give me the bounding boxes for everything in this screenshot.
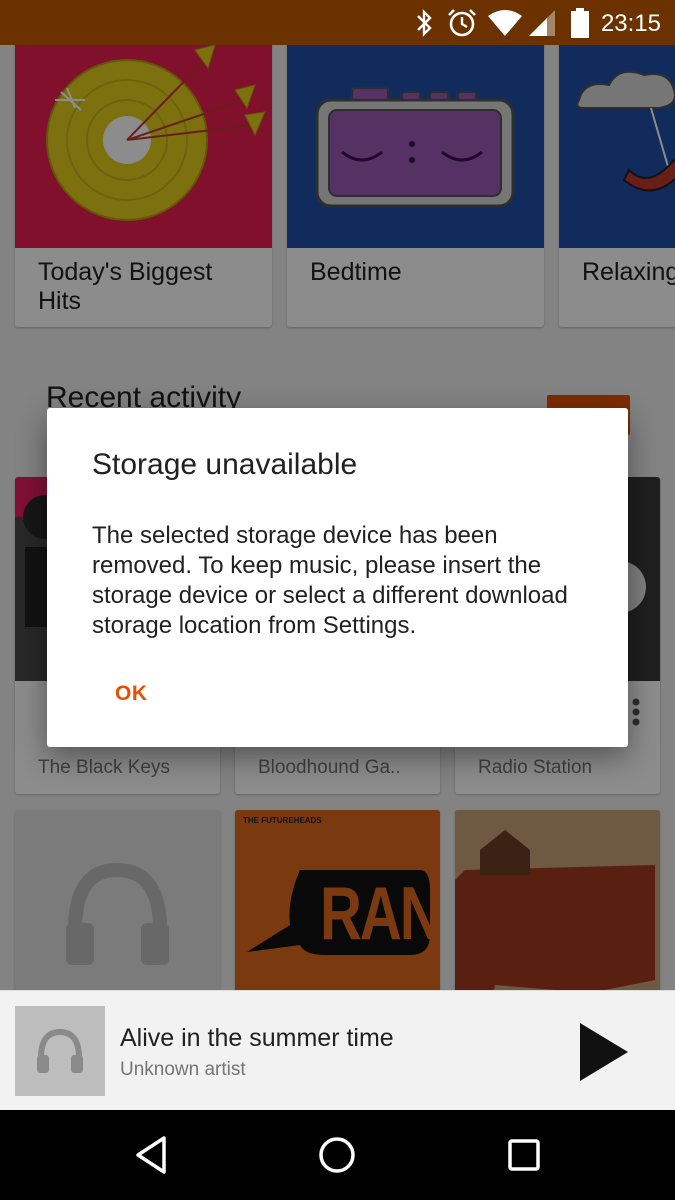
navigation-bar (0, 1110, 675, 1200)
wifi-icon (488, 10, 522, 36)
recents-icon[interactable] (499, 1130, 549, 1180)
status-bar: 23:15 (0, 0, 675, 45)
now-playing-title: Alive in the summer time (120, 1024, 394, 1052)
now-playing-art (15, 1006, 105, 1096)
battery-icon (571, 8, 589, 38)
now-playing-artist: Unknown artist (120, 1059, 246, 1080)
back-icon[interactable] (126, 1130, 176, 1180)
home-icon[interactable] (312, 1130, 362, 1180)
dialog-title: Storage unavailable (92, 448, 358, 481)
alarm-icon (448, 9, 476, 37)
bluetooth-icon (417, 9, 432, 37)
play-icon[interactable] (568, 1019, 638, 1085)
dialog-message: The selected storage device has been rem… (92, 522, 568, 639)
now-playing-bar[interactable]: Alive in the summer time Unknown artist (0, 990, 675, 1110)
ok-button[interactable]: OK (99, 674, 164, 714)
headphones-icon (37, 1028, 83, 1073)
storage-unavailable-dialog: Storage unavailable The selected storage… (47, 408, 628, 747)
signal-icon (529, 10, 555, 36)
status-time: 23:15 (600, 10, 661, 37)
